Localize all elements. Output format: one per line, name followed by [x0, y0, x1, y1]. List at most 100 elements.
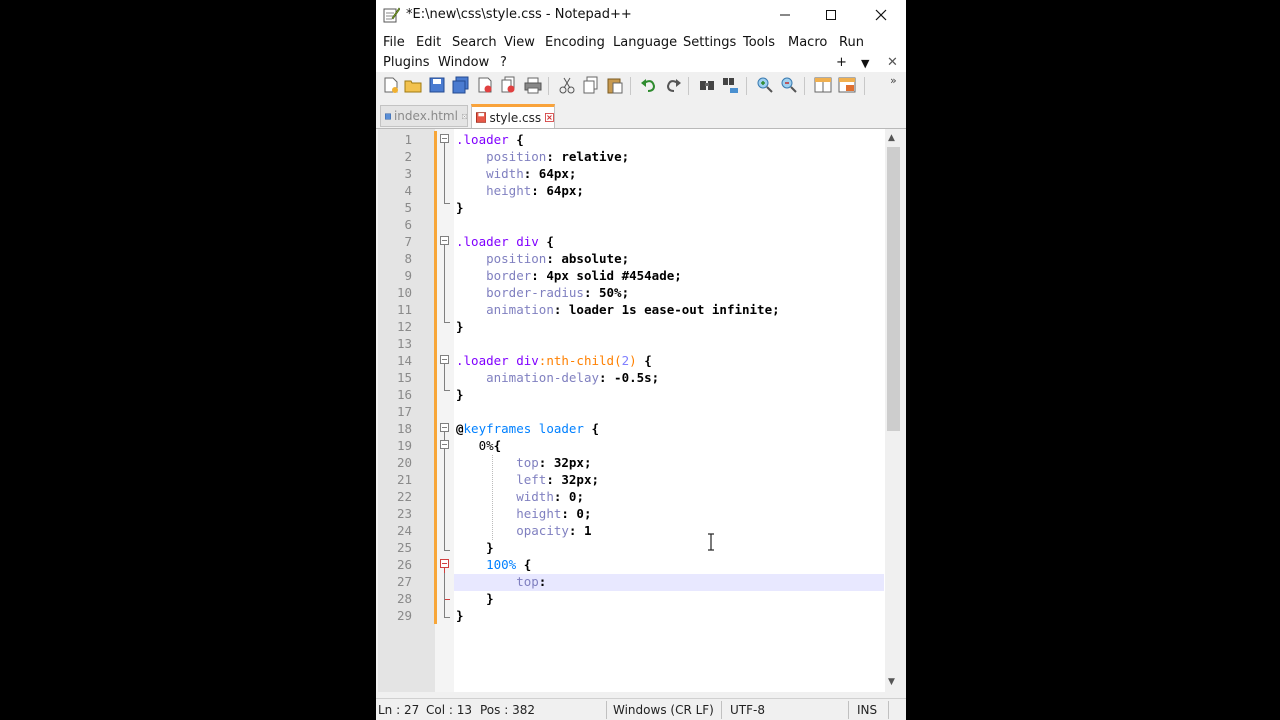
menu-edit[interactable]: Edit: [416, 35, 441, 50]
minimize-button[interactable]: [762, 0, 808, 30]
code-line[interactable]: top:: [456, 573, 886, 590]
code-line[interactable]: height: 64px;: [456, 182, 886, 199]
redo-icon[interactable]: [664, 76, 682, 94]
copy-icon[interactable]: [582, 76, 600, 94]
print-icon[interactable]: [524, 76, 542, 94]
code-line[interactable]: top: 32px;: [456, 454, 886, 471]
line-number: 2: [404, 149, 412, 164]
fold-line: [444, 449, 445, 550]
menu-run[interactable]: Run: [839, 35, 864, 50]
line-number: 15: [396, 370, 412, 385]
code-line[interactable]: @keyframes loader {: [456, 420, 886, 437]
close-window-button[interactable]: [858, 0, 904, 30]
code-line[interactable]: opacity: 1: [456, 522, 886, 539]
save-all-icon[interactable]: [452, 76, 470, 94]
code-line[interactable]: border: 4px solid #454ade;: [456, 267, 886, 284]
tab-list-dropdown[interactable]: ▼: [861, 57, 869, 70]
sync-vertical-icon[interactable]: [814, 76, 832, 94]
menu-encoding[interactable]: Encoding: [545, 35, 605, 50]
menu-language[interactable]: Language: [613, 35, 677, 50]
replace-icon[interactable]: [722, 76, 740, 94]
fold-toggle-icon[interactable]: [440, 236, 449, 245]
close-file-icon[interactable]: [476, 76, 494, 94]
code-text[interactable]: .loader { position: relative; width: 64p…: [456, 131, 886, 624]
code-line[interactable]: position: relative;: [456, 148, 886, 165]
zoom-out-icon[interactable]: [780, 76, 798, 94]
toolbar-separator: [688, 77, 689, 95]
menu-file[interactable]: File: [383, 35, 405, 50]
new-file-icon[interactable]: [382, 76, 400, 94]
undo-icon[interactable]: [640, 76, 658, 94]
sync-horizontal-icon[interactable]: [838, 76, 856, 94]
title-bar: *E:\new\css\style.css - Notepad++: [376, 0, 906, 30]
status-insert-mode: INS: [857, 703, 878, 717]
vertical-scrollbar[interactable]: ▲ ▼: [885, 129, 902, 692]
cut-icon[interactable]: [558, 76, 576, 94]
code-line[interactable]: }: [456, 386, 886, 403]
code-line[interactable]: [456, 403, 886, 420]
menu-tools[interactable]: Tools: [743, 35, 775, 50]
fold-line: [444, 573, 445, 617]
code-line[interactable]: }: [456, 199, 886, 216]
code-line[interactable]: }: [456, 590, 886, 607]
status-eol[interactable]: Windows (CR LF): [613, 703, 714, 717]
open-file-icon[interactable]: [404, 76, 422, 94]
fold-toggle-icon[interactable]: [440, 355, 449, 364]
code-line[interactable]: height: 0;: [456, 505, 886, 522]
code-line[interactable]: .loader div:nth-child(2) {: [456, 352, 886, 369]
code-line[interactable]: .loader {: [456, 131, 886, 148]
scrollbar-thumb[interactable]: [887, 147, 900, 431]
line-number: 5: [404, 200, 412, 215]
code-line[interactable]: animation: loader 1s ease-out infinite;: [456, 301, 886, 318]
line-number: 4: [404, 183, 412, 198]
menu-plugins[interactable]: Plugins: [383, 55, 430, 70]
code-line[interactable]: [456, 216, 886, 233]
code-line[interactable]: }: [456, 607, 886, 624]
tab-close-icon[interactable]: [461, 111, 467, 122]
close-all-icon[interactable]: [500, 76, 518, 94]
close-doc-button[interactable]: ✕: [887, 55, 898, 70]
status-separator: [606, 701, 607, 719]
code-line[interactable]: width: 0;: [456, 488, 886, 505]
toolbar-overflow-button[interactable]: »: [890, 74, 897, 87]
code-line[interactable]: }: [456, 539, 886, 556]
fold-toggle-icon[interactable]: [440, 559, 449, 568]
tab-index-html[interactable]: index.html: [380, 105, 468, 127]
code-line[interactable]: 100% {: [456, 556, 886, 573]
line-number: 20: [396, 455, 412, 470]
scroll-down-icon[interactable]: ▼: [888, 677, 895, 687]
new-tab-button[interactable]: +: [836, 55, 847, 70]
scroll-up-icon[interactable]: ▲: [888, 133, 895, 143]
line-number: 27: [396, 574, 412, 589]
zoom-in-icon[interactable]: [756, 76, 774, 94]
maximize-button[interactable]: [808, 0, 854, 30]
editor-area[interactable]: 1 2 3 4 5 6 7 8 9 10 11 12 13 14 15 16 17 18 19 20 21 22 23 24 2…: [378, 129, 902, 692]
code-line[interactable]: animation-delay: -0.5s;: [456, 369, 886, 386]
menu-help[interactable]: ?: [500, 55, 507, 70]
menu-settings[interactable]: Settings: [683, 35, 736, 50]
toolbar-separator: [630, 77, 631, 95]
menu-window[interactable]: Window: [438, 55, 489, 70]
code-line[interactable]: width: 64px;: [456, 165, 886, 182]
code-line[interactable]: position: absolute;: [456, 250, 886, 267]
tab-close-icon[interactable]: [545, 112, 554, 123]
fold-toggle-icon[interactable]: [440, 134, 449, 143]
code-line[interactable]: [456, 335, 886, 352]
line-number: 8: [404, 251, 412, 266]
fold-toggle-icon[interactable]: [440, 423, 449, 432]
menu-macro[interactable]: Macro: [788, 35, 827, 50]
fold-toggle-icon[interactable]: [440, 440, 449, 449]
menu-search[interactable]: Search: [452, 35, 497, 50]
code-line[interactable]: left: 32px;: [456, 471, 886, 488]
code-line[interactable]: .loader div {: [456, 233, 886, 250]
tab-style-css[interactable]: style.css: [471, 104, 555, 128]
code-line[interactable]: }: [456, 318, 886, 335]
tab-label: style.css: [489, 110, 542, 125]
status-encoding[interactable]: UTF-8: [730, 703, 765, 717]
code-line[interactable]: border-radius: 50%;: [456, 284, 886, 301]
save-icon[interactable]: [428, 76, 446, 94]
paste-icon[interactable]: [606, 76, 624, 94]
find-icon[interactable]: [698, 76, 716, 94]
menu-view[interactable]: View: [504, 35, 535, 50]
code-line[interactable]: 0%{: [456, 437, 886, 454]
